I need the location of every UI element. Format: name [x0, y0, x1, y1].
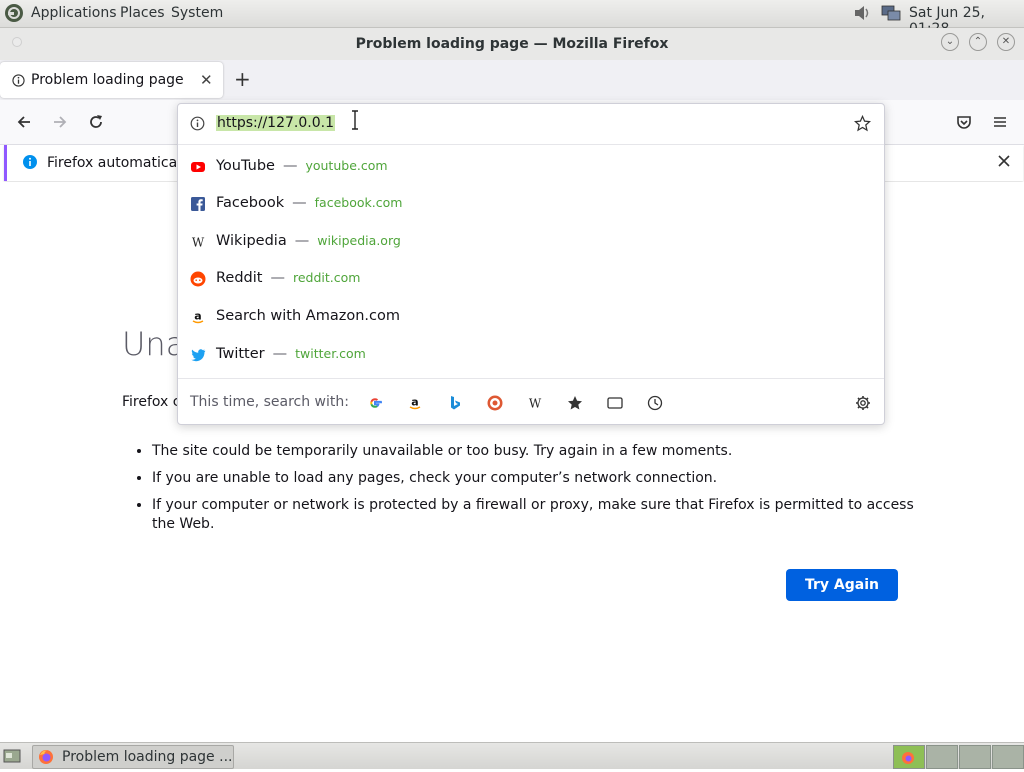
search-with-label: This time, search with:: [190, 394, 349, 410]
url-input-row[interactable]: https://127.0.0.1: [178, 104, 884, 145]
one-off-search-row: This time, search with: a W: [178, 378, 884, 425]
workspace-4[interactable]: [992, 745, 1024, 769]
show-desktop-icon[interactable]: [3, 748, 21, 764]
maximize-button[interactable]: ⌃: [969, 33, 987, 51]
tab-problem-loading-page[interactable]: Problem loading page ✕: [0, 62, 223, 98]
new-tab-button[interactable]: +: [234, 69, 251, 89]
google-icon[interactable]: [367, 395, 383, 411]
notification-close-icon[interactable]: [996, 153, 1012, 169]
suggestion-title: YouTube: [216, 158, 275, 174]
amazon-icon[interactable]: a: [407, 395, 423, 411]
suggestion-wikipedia[interactable]: W Wikipedia — wikipedia.org: [178, 224, 884, 260]
suggestion-url: facebook.com: [314, 195, 403, 210]
window-titlebar[interactable]: Problem loading page — Mozilla Firefox ⌄…: [0, 28, 1024, 60]
info-icon: [12, 74, 25, 87]
separator-dash: —: [292, 195, 307, 211]
separator-dash: —: [270, 270, 285, 286]
suggestion-title: Wikipedia: [216, 233, 287, 249]
bookmarks-icon[interactable]: [567, 395, 583, 411]
suggestion-title: Search with Amazon.com: [216, 308, 400, 324]
network-icon[interactable]: [880, 4, 902, 22]
taskbar-firefox-window[interactable]: Problem loading page ...: [32, 745, 234, 769]
reddit-icon: [190, 271, 206, 287]
top-panel: Applications Places System Sat Jun 25, 0…: [0, 0, 1024, 37]
search-settings-gear-icon[interactable]: [855, 395, 871, 411]
suggestion-amazon-search[interactable]: a Search with Amazon.com: [178, 299, 884, 335]
url-input[interactable]: https://127.0.0.1: [216, 115, 335, 131]
suggestion-title: Facebook: [216, 195, 285, 211]
suggestion-url: twitter.com: [295, 346, 366, 361]
history-icon[interactable]: [647, 395, 663, 411]
text-cursor-icon: [352, 110, 358, 130]
tab-strip: Problem loading page ✕ +: [0, 60, 1024, 100]
twitter-icon: [191, 349, 206, 362]
list-item: If you are unable to load any pages, che…: [152, 469, 922, 488]
tab-label: Problem loading page: [31, 72, 184, 88]
taskbar-window-label: Problem loading page ...: [62, 749, 233, 765]
minimize-button[interactable]: ⌄: [941, 33, 959, 51]
amazon-icon: a: [192, 310, 204, 324]
svg-text:a: a: [411, 396, 418, 409]
close-window-button[interactable]: ✕: [997, 33, 1015, 51]
suggestion-title: Reddit: [216, 270, 263, 286]
workspace-3[interactable]: [959, 745, 991, 769]
workspace-1[interactable]: [893, 745, 925, 769]
suggestion-youtube[interactable]: YouTube — youtube.com: [178, 149, 884, 185]
pocket-icon[interactable]: [955, 113, 973, 131]
youtube-icon: [191, 162, 205, 172]
site-info-icon[interactable]: [190, 116, 205, 131]
forward-icon[interactable]: [51, 113, 69, 131]
list-item: The site could be temporarily unavailabl…: [152, 442, 922, 461]
suggestion-url: youtube.com: [305, 158, 388, 173]
duckduckgo-icon[interactable]: [487, 395, 503, 411]
error-description: Firefox c: [122, 394, 181, 410]
wikipedia-icon[interactable]: W: [527, 395, 543, 411]
facebook-icon: [191, 197, 205, 211]
reload-icon[interactable]: [87, 113, 105, 131]
distro-logo-icon[interactable]: [4, 3, 24, 23]
svg-text:a: a: [194, 310, 201, 323]
suggestion-url: reddit.com: [292, 270, 361, 285]
separator-dash: —: [272, 346, 288, 362]
window-title: Problem loading page — Mozilla Firefox: [355, 36, 669, 52]
separator-dash: —: [282, 158, 298, 174]
firefox-icon: [39, 750, 53, 764]
places-menu[interactable]: Places: [120, 5, 165, 21]
list-item: If your computer or network is protected…: [152, 496, 922, 534]
volume-icon[interactable]: [853, 4, 873, 22]
urlbar-dropdown: https://127.0.0.1 YouTube — youtube.com Fa…: [177, 103, 885, 425]
error-title: Una: [122, 325, 186, 363]
back-icon[interactable]: [15, 113, 33, 131]
bottom-taskbar: Problem loading page ...: [0, 742, 1024, 769]
suggestion-twitter[interactable]: Twitter — twitter.com: [178, 337, 884, 373]
info-icon: [23, 155, 37, 169]
hamburger-menu-icon[interactable]: [991, 113, 1009, 131]
suggestion-title: Twitter: [216, 346, 265, 362]
bing-icon[interactable]: [447, 395, 463, 411]
wikipedia-icon: W: [192, 236, 205, 250]
system-menu[interactable]: System: [171, 5, 223, 21]
notification-text: Firefox automatically: [47, 155, 194, 171]
try-again-button[interactable]: Try Again: [786, 569, 898, 601]
tab-close-icon[interactable]: ✕: [200, 71, 213, 89]
tabs-icon[interactable]: [607, 395, 623, 411]
separator-dash: —: [294, 233, 310, 249]
svg-text:W: W: [529, 397, 542, 411]
suggestion-facebook[interactable]: Facebook — facebook.com: [178, 186, 884, 222]
bookmark-star-icon[interactable]: [854, 115, 871, 132]
error-suggestions-list: The site could be temporarily unavailabl…: [134, 442, 922, 542]
firefox-icon: [902, 752, 914, 764]
suggestion-url: wikipedia.org: [317, 233, 401, 248]
svg-text:W: W: [192, 236, 205, 250]
workspace-2[interactable]: [926, 745, 958, 769]
applications-menu[interactable]: Applications: [31, 5, 117, 21]
suggestion-reddit[interactable]: Reddit — reddit.com: [178, 261, 884, 297]
